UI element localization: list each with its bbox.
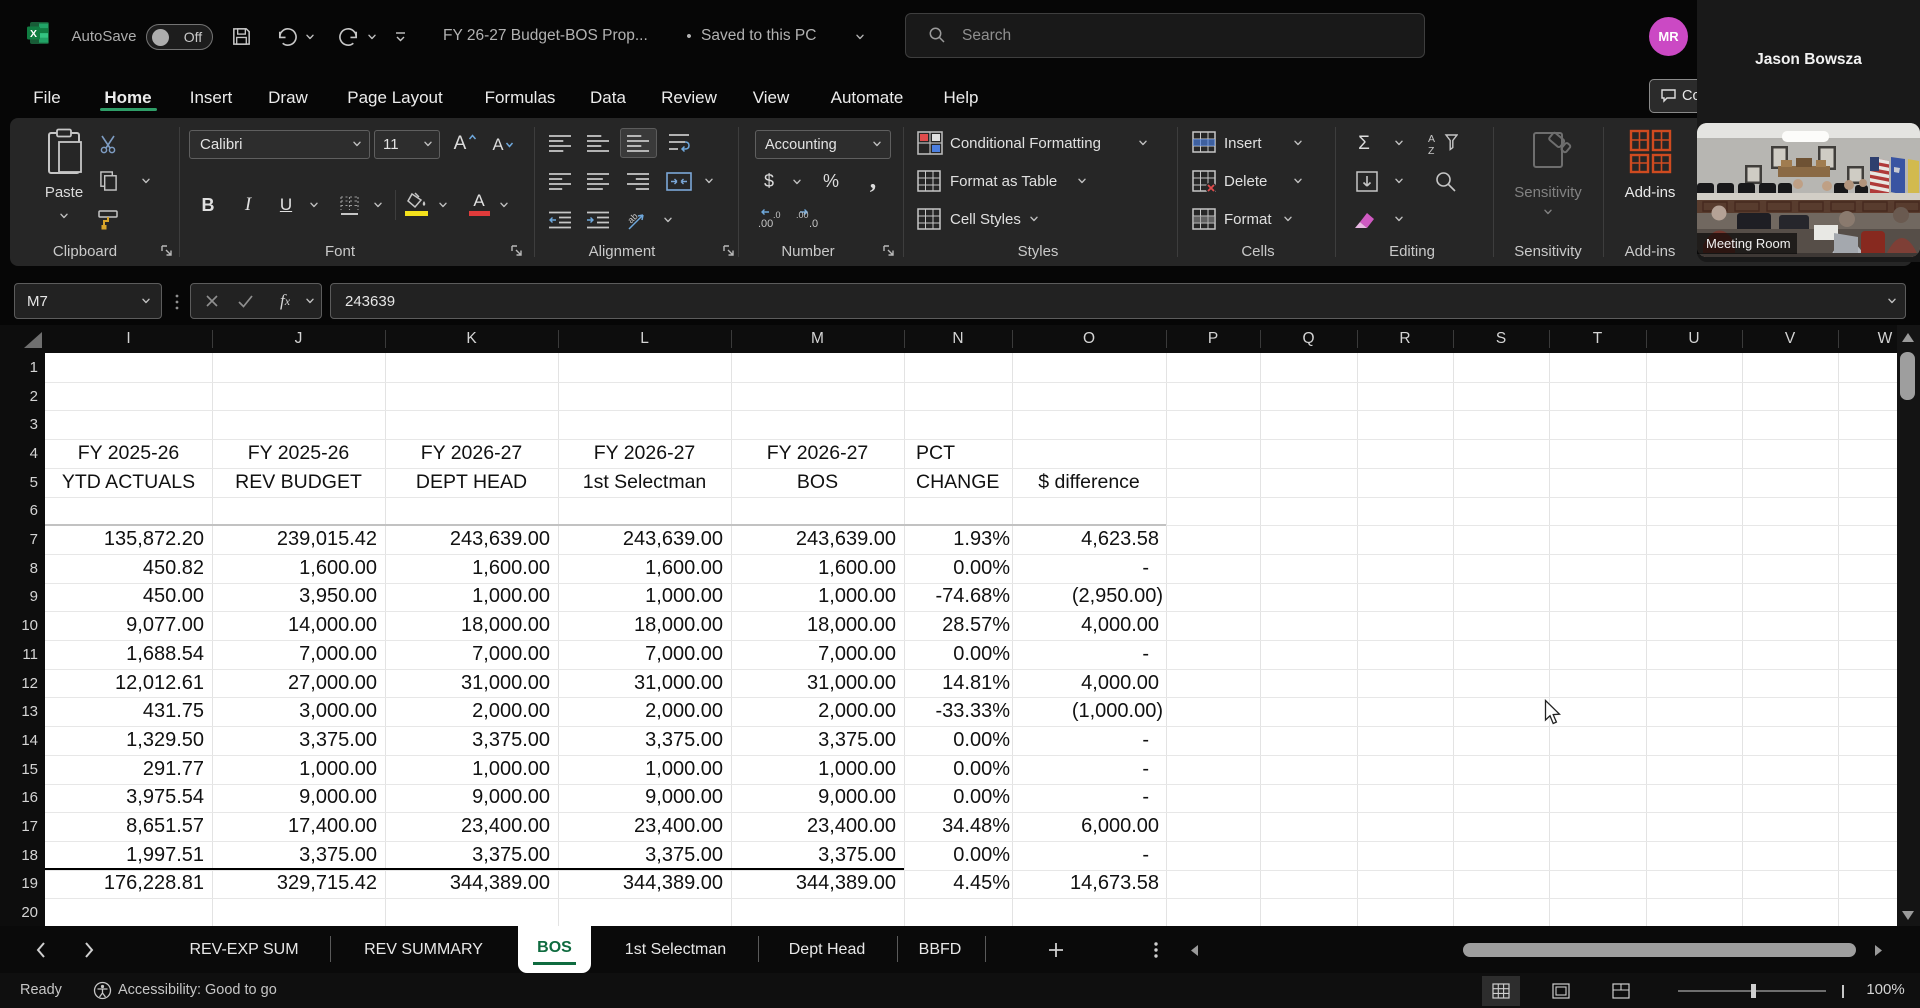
- svg-text:.0: .0: [773, 210, 781, 220]
- svg-text:ab: ab: [626, 211, 640, 225]
- svg-text:.0: .0: [809, 218, 818, 230]
- svg-text:A: A: [1428, 133, 1435, 145]
- svg-text:X: X: [30, 28, 37, 40]
- svg-text:Z: Z: [1428, 145, 1435, 156]
- svg-text:.00: .00: [758, 218, 773, 230]
- svg-text:.00: .00: [796, 210, 809, 220]
